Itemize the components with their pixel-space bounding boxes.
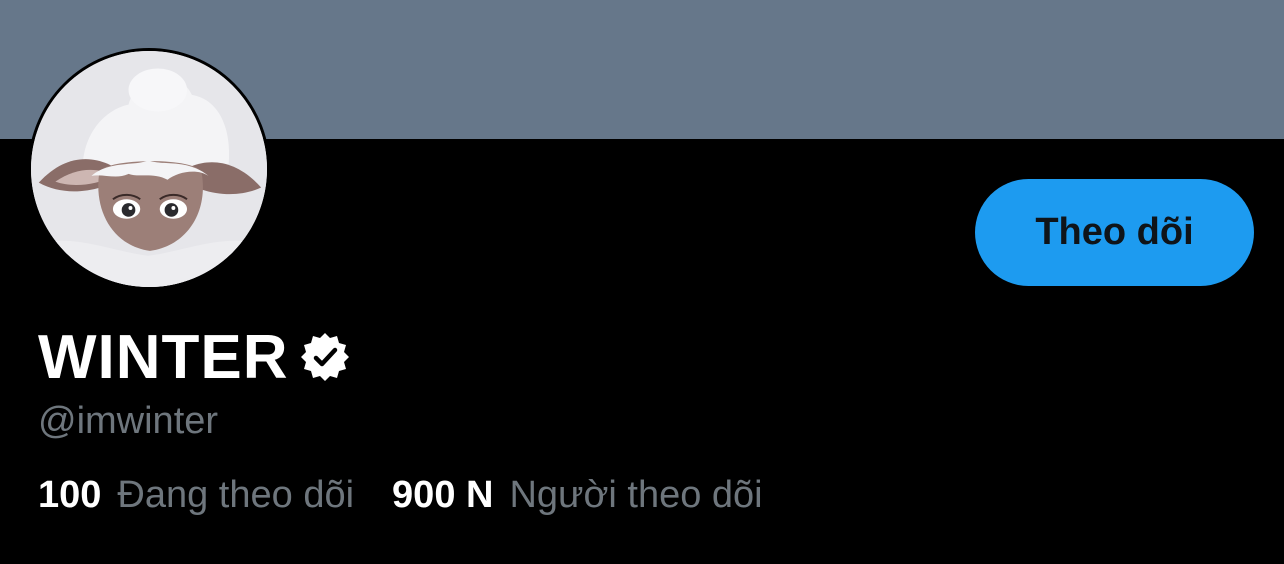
following-stat[interactable]: 100 Đang theo dõi (38, 474, 354, 517)
verified-badge-icon[interactable] (299, 331, 351, 383)
followers-stat[interactable]: 900 N Người theo dõi (392, 474, 763, 517)
followers-label: Người theo dõi (509, 474, 763, 516)
user-handle: @imwinter (38, 400, 219, 442)
profile-header: Theo dõi WINTER @imwinter 100 Đang theo … (0, 0, 1284, 564)
following-label: Đang theo dõi (117, 474, 355, 516)
followers-count: 900 N (392, 474, 494, 516)
profile-avatar[interactable] (28, 48, 270, 290)
profile-stats: 100 Đang theo dõi 900 N Người theo dõi (38, 474, 763, 517)
display-name: WINTER (38, 322, 289, 392)
name-row: WINTER (38, 322, 351, 392)
following-count: 100 (38, 474, 102, 516)
avatar-image (31, 51, 267, 287)
follow-button[interactable]: Theo dõi (975, 179, 1254, 286)
